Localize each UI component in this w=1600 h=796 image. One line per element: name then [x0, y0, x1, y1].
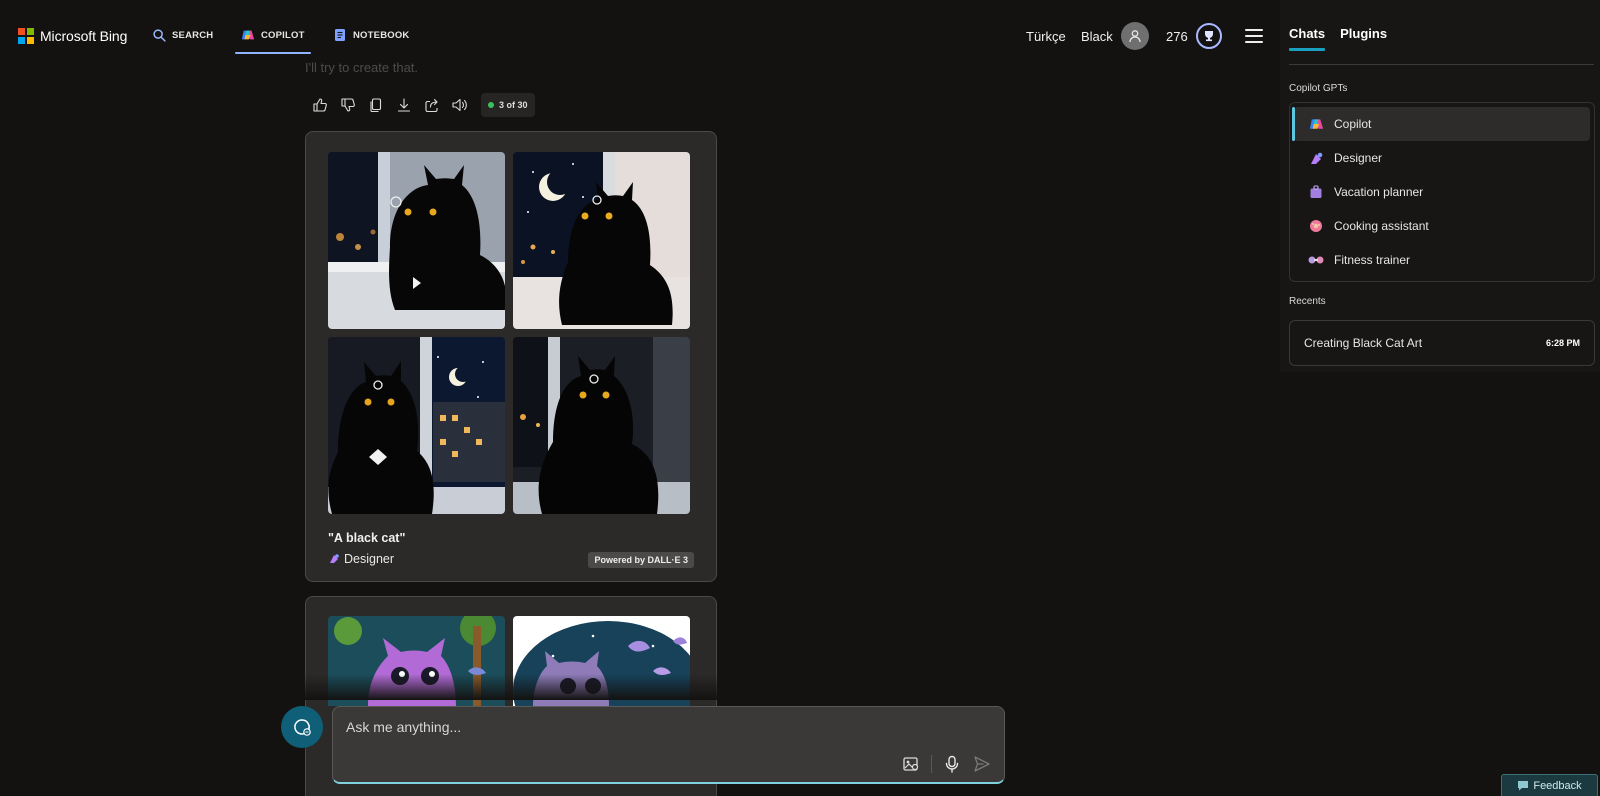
- gpt-label: Designer: [1334, 151, 1383, 165]
- copilot-icon: [241, 28, 255, 42]
- status-dot: [488, 102, 494, 108]
- counter-label: 3 of 30: [499, 100, 528, 110]
- suitcase-icon: [1308, 184, 1324, 200]
- copilot-icon: [1308, 116, 1324, 132]
- gpt-label: Fitness trainer: [1334, 253, 1411, 267]
- new-topic-button[interactable]: [281, 706, 323, 748]
- language-link[interactable]: Türkçe: [1026, 29, 1066, 44]
- nav-copilot[interactable]: COPILOT: [235, 22, 311, 54]
- generated-image-3[interactable]: [328, 337, 505, 514]
- rewards[interactable]: 276: [1166, 23, 1222, 49]
- designer-label: Designer: [344, 552, 395, 566]
- gpt-item-cooking-assistant[interactable]: Cooking assistant: [1294, 209, 1590, 243]
- download-icon[interactable]: [395, 96, 413, 114]
- assistant-message: I'll try to create that.: [305, 60, 419, 75]
- hamburger-menu-icon[interactable]: [1245, 29, 1263, 43]
- share-icon[interactable]: [423, 96, 441, 114]
- language-label: Türkçe: [1026, 29, 1066, 44]
- sidebar-divider: [1289, 64, 1594, 65]
- gpt-label: Copilot: [1334, 117, 1372, 131]
- thumbs-down-icon[interactable]: [339, 96, 357, 114]
- avatar: [1120, 22, 1149, 50]
- scroll-fade: [290, 674, 730, 700]
- microphone-icon[interactable]: [942, 754, 962, 774]
- notebook-icon: [333, 28, 347, 42]
- input-divider: [931, 755, 932, 773]
- sidebar: Chats Plugins Copilot GPTs Copilot Desig…: [1280, 0, 1600, 796]
- message-actions: 3 of 30: [311, 93, 535, 117]
- recent-chat-time: 6:28 PM: [1545, 338, 1580, 348]
- designer-icon: [330, 554, 339, 563]
- gpt-label: Cooking assistant: [1334, 219, 1429, 233]
- send-icon[interactable]: [972, 754, 992, 774]
- nav-copilot-label: COPILOT: [261, 29, 305, 41]
- nav-search-label: SEARCH: [172, 29, 214, 41]
- gpt-item-fitness-trainer[interactable]: Fitness trainer: [1294, 243, 1590, 277]
- brand-name: Microsoft Bing: [40, 28, 128, 44]
- generated-image-2[interactable]: [513, 152, 690, 329]
- image-caption: "A black cat": [328, 531, 406, 545]
- new-chat-icon: [294, 719, 311, 736]
- gpt-item-vacation-planner[interactable]: Vacation planner: [1294, 175, 1590, 209]
- donut-icon: [1308, 218, 1324, 234]
- rewards-points: 276: [1166, 28, 1188, 44]
- nav-search[interactable]: SEARCH: [152, 22, 213, 48]
- feedback-icon: [1518, 781, 1529, 791]
- nav-notebook[interactable]: NOTEBOOK: [333, 22, 410, 48]
- nav-notebook-label: NOTEBOOK: [353, 29, 410, 41]
- bing-logo[interactable]: Microsoft Bing: [18, 28, 127, 44]
- designer-icon: [1308, 150, 1324, 166]
- gpt-label: Vacation planner: [1334, 185, 1424, 199]
- search-icon: [152, 28, 166, 42]
- generated-image-1[interactable]: [328, 152, 505, 329]
- tab-chats[interactable]: Chats: [1289, 26, 1326, 51]
- top-bar: Microsoft Bing SEARCH COPILOT NOTEBOOK T…: [0, 0, 1280, 64]
- dumbbell-icon: [1308, 252, 1324, 268]
- chat-input-box[interactable]: [332, 706, 1005, 784]
- input-actions: [901, 754, 992, 774]
- person-icon: [1129, 30, 1141, 43]
- image-search-icon[interactable]: [901, 754, 921, 774]
- recents-heading: Recents: [1289, 296, 1326, 307]
- generated-image-4[interactable]: [513, 337, 690, 514]
- feedback-label: Feedback: [1533, 779, 1582, 792]
- sidebar-tabs: Chats Plugins: [1289, 26, 1387, 51]
- microsoft-logo-icon: [18, 28, 34, 44]
- gpts-heading: Copilot GPTs: [1289, 83, 1348, 94]
- user-name: Black: [1081, 28, 1113, 44]
- chat-input[interactable]: [346, 719, 946, 735]
- trophy-icon: [1195, 23, 1222, 49]
- gpt-list: Copilot Designer Vacation planner Cookin…: [1289, 102, 1595, 282]
- image-result-card: "A black cat" Designer Powered by DALL·E…: [305, 131, 717, 582]
- tab-plugins[interactable]: Plugins: [1340, 26, 1387, 51]
- designer-source[interactable]: Designer: [328, 552, 394, 566]
- speaker-icon[interactable]: [451, 96, 469, 114]
- user-profile[interactable]: Black: [1081, 22, 1149, 50]
- copy-icon[interactable]: [367, 96, 385, 114]
- feedback-button[interactable]: Feedback: [1501, 774, 1598, 796]
- thumbs-up-icon[interactable]: [311, 96, 329, 114]
- powered-by-badge: Powered by DALL·E 3: [588, 552, 694, 568]
- gpt-item-copilot[interactable]: Copilot: [1292, 107, 1590, 141]
- recent-chat-item[interactable]: Creating Black Cat Art 6:28 PM: [1289, 320, 1595, 366]
- recent-chat-title: Creating Black Cat Art: [1304, 336, 1423, 350]
- gpt-item-designer[interactable]: Designer: [1294, 141, 1590, 175]
- response-counter: 3 of 30: [481, 93, 535, 117]
